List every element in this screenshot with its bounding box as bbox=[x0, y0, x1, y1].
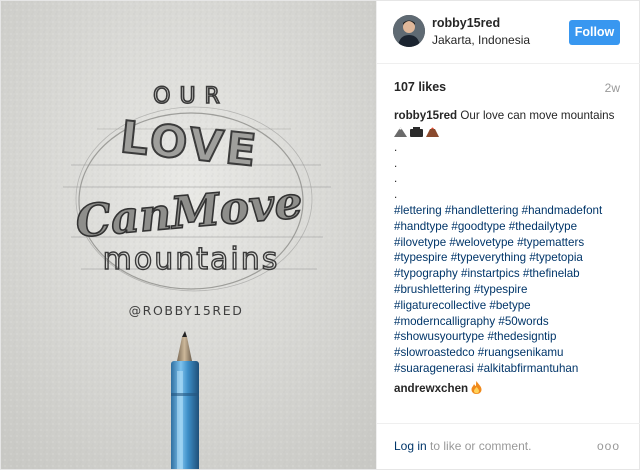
hashtag-line[interactable]: #typespire #typeverything #typetopia bbox=[394, 250, 624, 266]
post-image[interactable]: OUR LOVE CanMove mountains @ROBBY15RED bbox=[1, 1, 376, 469]
image-handle-text: @ROBBY15RED bbox=[129, 303, 244, 318]
more-options-button[interactable]: ooo bbox=[597, 439, 620, 453]
post-footer: Log in to like or comment. ooo bbox=[377, 423, 640, 469]
caption-dot: . bbox=[394, 156, 398, 170]
volcano-emoji-icon bbox=[426, 127, 440, 137]
hashtag-line[interactable]: #brushlettering #typespire bbox=[394, 282, 624, 298]
caption-text: Our love can move mountains bbox=[460, 109, 615, 122]
hashtag-line[interactable]: #ligaturecollective #betype bbox=[394, 298, 624, 314]
caption-dot: . bbox=[394, 172, 398, 186]
likes-count[interactable]: 107 likes bbox=[394, 80, 446, 94]
avatar-image-icon bbox=[393, 15, 425, 47]
follow-button[interactable]: Follow bbox=[569, 20, 620, 45]
hashtag-line[interactable]: #showusyourtype #thedesigntip bbox=[394, 329, 624, 345]
hashtag-line[interactable]: #lettering #handlettering #handmadefont bbox=[394, 203, 624, 219]
post-details-panel: robby15red Jakarta, Indonesia Follow 107… bbox=[376, 1, 640, 469]
login-link[interactable]: Log in bbox=[394, 439, 427, 453]
camping-emoji-icon bbox=[410, 126, 424, 137]
hashtag-line[interactable]: #typography #instartpics #thefinelab bbox=[394, 266, 624, 282]
hashtag-line[interactable]: #moderncalligraphy #50words bbox=[394, 314, 624, 330]
lettering-artwork: OUR LOVE CanMove mountains @ROBBY15RED bbox=[1, 1, 376, 469]
hashtag-line[interactable]: #handtype #goodtype #thedailytype bbox=[394, 219, 624, 235]
caption: robby15red Our love can move mountains bbox=[394, 108, 624, 124]
fire-emoji-icon bbox=[471, 380, 482, 394]
username-link[interactable]: robby15red bbox=[432, 16, 500, 30]
mountain-emoji-icon bbox=[394, 126, 407, 137]
location-link[interactable]: Jakarta, Indonesia bbox=[432, 33, 530, 47]
lettering-our: OUR bbox=[153, 84, 229, 109]
emoji-row bbox=[394, 124, 624, 140]
avatar[interactable] bbox=[393, 15, 425, 47]
comments-section: robby15red Our love can move mountains .… bbox=[394, 108, 624, 397]
login-prompt-text: to like or comment. bbox=[426, 439, 532, 453]
hashtag-line[interactable]: #ilovetype #welovetype #typematters bbox=[394, 235, 624, 251]
hashtag-line[interactable]: #suaragenerasi #alkitabfirmantuhan bbox=[394, 361, 624, 377]
post-age[interactable]: 2w bbox=[605, 81, 620, 95]
lettering-mountains: mountains bbox=[103, 242, 280, 277]
login-prompt: Log in to like or comment. bbox=[394, 439, 531, 453]
hashtag-line[interactable]: #slowroastedco #ruangsenikamu bbox=[394, 345, 624, 361]
comment: andrewxchen bbox=[394, 380, 624, 397]
caption-username[interactable]: robby15red bbox=[394, 109, 457, 122]
post-header: robby15red Jakarta, Indonesia Follow bbox=[377, 1, 640, 64]
caption-dot: . bbox=[394, 188, 398, 202]
caption-dot: . bbox=[394, 140, 398, 154]
comment-username[interactable]: andrewxchen bbox=[394, 382, 468, 395]
post-stats: 107 likes 2w bbox=[377, 64, 640, 100]
